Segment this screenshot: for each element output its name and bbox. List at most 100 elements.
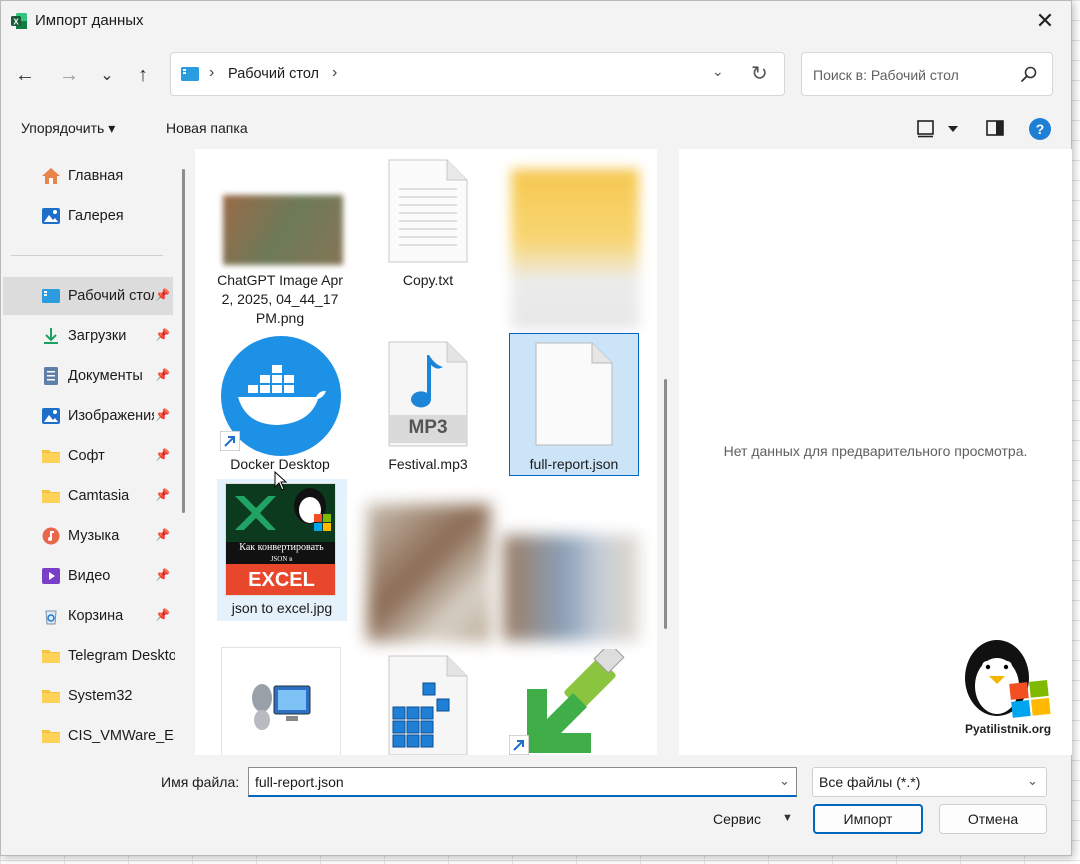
- chevron-down-icon: ⌄: [100, 67, 114, 84]
- title-bar: X Импорт данных ✕: [1, 1, 1071, 41]
- sidebar-item-label: Camtasia: [68, 488, 130, 504]
- mp3-badge: MP3: [408, 417, 448, 438]
- file-tile-blurred-folder[interactable]: [505, 163, 639, 329]
- file-name: Copy.txt: [402, 272, 454, 288]
- sidebar-item-downloads[interactable]: Загрузки 📌: [1, 317, 175, 355]
- usb-installer-icon: [527, 649, 625, 753]
- blank-file-icon: [535, 342, 613, 446]
- organize-menu[interactable]: Упорядочить ▾: [21, 120, 115, 137]
- documents-icon: [44, 367, 58, 385]
- help-icon: ?: [1035, 121, 1045, 137]
- thumbnail-caption: Как конвертировать JSON в: [226, 542, 335, 564]
- folder-icon: [42, 690, 60, 703]
- sidebar-item-camtasia[interactable]: Camtasia 📌: [1, 477, 175, 515]
- filename-value[interactable]: full-report.json: [255, 774, 344, 790]
- sidebar-item-system32[interactable]: System32: [1, 677, 175, 715]
- search-placeholder: Поиск в: Рабочий стол: [813, 67, 959, 83]
- blurred-image-thumbnail: [367, 504, 491, 642]
- new-folder-button[interactable]: Новая папка: [166, 120, 248, 136]
- close-icon: ✕: [1035, 8, 1055, 33]
- pin-icon: 📌: [155, 288, 170, 302]
- file-tile-full-report-json[interactable]: full-report.json: [509, 333, 639, 476]
- pin-icon: 📌: [155, 368, 170, 382]
- chevron-down-icon[interactable]: ⌄: [712, 63, 724, 80]
- refresh-icon[interactable]: ↻: [751, 61, 768, 86]
- sidebar-item-home[interactable]: Главная: [1, 157, 175, 195]
- cancel-button[interactable]: Отмена: [939, 804, 1047, 834]
- excel-icon: X: [11, 13, 27, 29]
- file-list-scrollbar[interactable]: [664, 379, 667, 629]
- home-icon: [42, 168, 60, 184]
- mouse-cursor-icon: [274, 471, 288, 491]
- registry-file-icon: [388, 655, 468, 755]
- file-tile-chatgpt-image[interactable]: ChatGPT Image Apr 2, 2025, 04_44_17 PM.p…: [215, 161, 345, 331]
- file-tile-network[interactable]: [221, 647, 341, 755]
- sidebar-item-label: Документы: [68, 368, 143, 384]
- sidebar-item-label: Видео: [68, 568, 111, 584]
- sidebar-item-soft[interactable]: Софт 📌: [1, 437, 175, 475]
- shortcut-arrow-icon: [220, 431, 240, 451]
- filename-field[interactable]: full-report.json ⌄: [248, 767, 797, 797]
- image-thumbnail: [223, 195, 343, 265]
- chevron-down-icon[interactable]: ⌄: [779, 773, 790, 789]
- sidebar-item-documents[interactable]: Документы 📌: [1, 357, 175, 395]
- sidebar-item-label: Главная: [68, 168, 124, 184]
- back-button[interactable]: ←: [10, 61, 40, 89]
- pin-icon: 📌: [155, 608, 170, 622]
- tools-menu[interactable]: Сервис: [713, 811, 761, 827]
- sidebar-item-desktop[interactable]: Рабочий стол 📌: [3, 277, 173, 315]
- import-button[interactable]: Импорт: [813, 804, 923, 834]
- thumbnail-excel-text: EXCEL: [226, 564, 335, 595]
- arrow-left-icon: ←: [15, 63, 35, 86]
- help-button[interactable]: ?: [1029, 118, 1051, 140]
- thumbnail-caption-line2: JSON в: [270, 555, 293, 563]
- window-title: Импорт данных: [35, 12, 144, 29]
- sidebar-item-label: Загрузки: [68, 328, 127, 344]
- search-input[interactable]: Поиск в: Рабочий стол: [801, 52, 1053, 96]
- file-tile-docker-desktop[interactable]: Docker Desktop: [215, 333, 345, 473]
- penguin-logo-icon: [294, 488, 331, 531]
- forward-button[interactable]: →: [54, 61, 84, 89]
- sidebar-item-video[interactable]: Видео 📌: [1, 557, 175, 595]
- file-tile-registry[interactable]: [363, 653, 493, 755]
- music-icon: [42, 527, 60, 545]
- file-type-value: Все файлы (*.*): [819, 774, 921, 790]
- address-bar[interactable]: › Рабочий стол › ⌄ ↻: [170, 52, 785, 96]
- pin-icon: 📌: [155, 448, 170, 462]
- view-options-icon[interactable]: [916, 118, 962, 140]
- file-type-select[interactable]: Все файлы (*.*) ⌄: [812, 767, 1047, 797]
- recent-locations-button[interactable]: ⌄: [92, 61, 122, 89]
- sidebar-item-label: Корзина: [68, 608, 124, 624]
- up-button[interactable]: ↑: [128, 61, 158, 89]
- sidebar-item-pictures[interactable]: Изображения 📌: [1, 397, 175, 435]
- filename-label: Имя файла:: [161, 774, 240, 790]
- pin-icon: 📌: [155, 408, 170, 422]
- sidebar-item-music[interactable]: Музыка 📌: [1, 517, 175, 555]
- preview-empty-text: Нет данных для предварительного просмотр…: [723, 443, 1028, 459]
- breadcrumb-desktop[interactable]: Рабочий стол: [228, 66, 319, 82]
- sidebar-item-telegram[interactable]: Telegram Desktop: [1, 637, 175, 675]
- pin-icon: 📌: [155, 328, 170, 342]
- sidebar-item-gallery[interactable]: Галерея: [1, 197, 175, 235]
- file-tile-festival-mp3[interactable]: MP3 Festival.mp3: [363, 339, 493, 479]
- preview-pane-icon[interactable]: [985, 118, 1005, 138]
- sidebar-scrollbar[interactable]: [182, 169, 185, 513]
- breadcrumb-separator[interactable]: ›: [332, 64, 337, 82]
- sidebar-divider: [11, 255, 163, 256]
- caret-down-icon[interactable]: ▼: [782, 812, 793, 824]
- close-button[interactable]: ✕: [1019, 1, 1071, 41]
- desktop-icon: [181, 67, 199, 81]
- file-tile-usb-installer[interactable]: [507, 649, 647, 755]
- arrow-right-icon: →: [59, 63, 79, 86]
- sidebar-item-vmware[interactable]: CIS_VMWare_ESXi: [1, 717, 175, 755]
- file-tile-copy-txt[interactable]: Copy.txt: [363, 157, 493, 297]
- sidebar-item-label: Музыка: [68, 528, 120, 544]
- thumbnail-caption-line1: Как конвертировать: [239, 542, 324, 553]
- excel-logo-icon: [235, 496, 276, 530]
- sidebar-item-recycle-bin[interactable]: Корзина 📌: [1, 597, 175, 635]
- file-tile-blurred-image-1[interactable]: [365, 504, 495, 642]
- pin-icon: 📌: [155, 568, 170, 582]
- file-tile-blurred-image-2[interactable]: [503, 535, 639, 641]
- file-tile-json-to-excel[interactable]: Как конвертировать JSON в EXCEL json to …: [217, 479, 347, 621]
- pin-icon: 📌: [155, 528, 170, 542]
